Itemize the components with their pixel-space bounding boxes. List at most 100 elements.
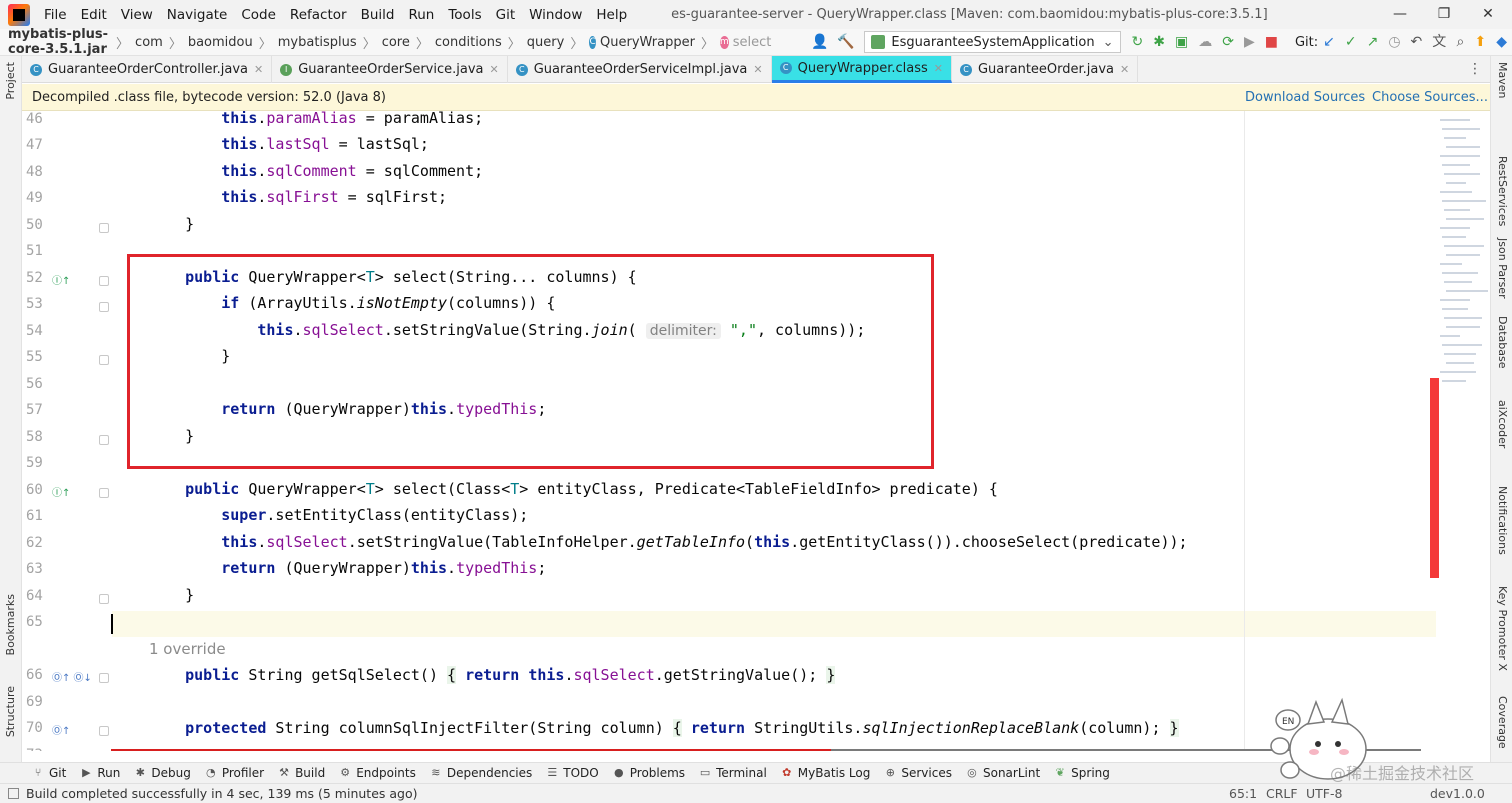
breadcrumb-baomidou[interactable]: baomidou	[188, 35, 253, 50]
restservices-tool-tab[interactable]: RestServices	[1496, 156, 1509, 226]
tab-guarantee-order-service[interactable]: I GuaranteeOrderService.java ✕	[272, 56, 508, 83]
user-icon[interactable]: 👤	[811, 34, 828, 50]
close-tab-icon[interactable]: ✕	[490, 63, 499, 76]
breadcrumb-query[interactable]: query	[527, 35, 565, 50]
maximize-icon[interactable]: ❐	[1434, 4, 1454, 24]
fold-marker-icon[interactable]	[99, 726, 109, 736]
bookmarks-tool-tab[interactable]: Bookmarks	[4, 594, 17, 655]
menu-run[interactable]: Run	[408, 7, 434, 23]
fold-marker-icon[interactable]	[99, 302, 109, 312]
implements-icon[interactable]: Ⓘ↑	[52, 484, 70, 499]
menu-file[interactable]: File	[44, 7, 67, 23]
terminal-tool-button[interactable]: ▭ Terminal	[699, 766, 767, 780]
close-window-icon[interactable]: ✕	[1478, 4, 1498, 24]
close-tab-icon[interactable]: ✕	[1120, 63, 1129, 76]
code-editor[interactable]: 46 47 48 49 50 51 52 53 54 55 56 57 58 5…	[22, 111, 1490, 751]
file-encoding[interactable]: UTF-8	[1306, 786, 1342, 801]
close-tab-icon[interactable]: ✕	[254, 63, 263, 76]
json-parser-tool-tab[interactable]: Json Parser	[1496, 238, 1509, 299]
mybatis-log-tool-button[interactable]: ✿ MyBatis Log	[781, 766, 870, 780]
problems-tool-button[interactable]: ● Problems	[613, 766, 685, 780]
search-icon[interactable]: ⌕	[1456, 34, 1464, 50]
menu-view[interactable]: View	[121, 7, 153, 23]
fold-marker-icon[interactable]	[99, 594, 109, 604]
breadcrumb-select[interactable]: select	[733, 35, 772, 50]
build-tool-button[interactable]: ⚒ Build	[278, 766, 325, 780]
download-sources-link[interactable]: Download Sources	[1245, 90, 1365, 105]
git-history-icon[interactable]: ◷	[1388, 34, 1400, 50]
vertical-scrollbar-thumb[interactable]	[1430, 378, 1439, 578]
profiler-tool-button[interactable]: ◔ Profiler	[205, 766, 264, 780]
tab-query-wrapper[interactable]: C QueryWrapper.class ✕	[771, 56, 952, 83]
hammer-icon[interactable]: 🔨	[837, 34, 854, 50]
git-rollback-icon[interactable]: ↶	[1411, 34, 1423, 50]
menu-build[interactable]: Build	[361, 7, 395, 23]
status-square-icon[interactable]	[8, 788, 19, 799]
run-configuration-select[interactable]: EsguaranteeSystemApplication ⌄	[864, 31, 1121, 53]
stop-icon[interactable]: ■	[1265, 34, 1278, 50]
git-push-icon[interactable]: ↗	[1367, 34, 1379, 50]
rerun-icon[interactable]: ↻	[1132, 34, 1144, 50]
tab-guarantee-order[interactable]: C GuaranteeOrder.java ✕	[952, 56, 1139, 83]
implements-icon[interactable]: Ⓘ↑	[52, 272, 70, 287]
menu-edit[interactable]: Edit	[81, 7, 107, 23]
run-tool-button[interactable]: ▶ Run	[80, 766, 120, 780]
aixcoder-tool-tab[interactable]: aiXcoder	[1496, 400, 1509, 448]
services-tool-button[interactable]: ⊕ Services	[884, 766, 952, 780]
menu-git[interactable]: Git	[496, 7, 516, 23]
database-tool-tab[interactable]: Database	[1496, 316, 1509, 369]
spring-tool-button[interactable]: ❦ Spring	[1054, 766, 1110, 780]
tab-guarantee-order-controller[interactable]: C GuaranteeOrderController.java ✕	[22, 56, 273, 83]
breadcrumb-conditions[interactable]: conditions	[435, 35, 502, 50]
sonarlint-tool-button[interactable]: ◎ SonarLint	[966, 766, 1040, 780]
git-branch[interactable]: dev1.0.0	[1430, 786, 1485, 801]
caret-position[interactable]: 65:1	[1229, 786, 1257, 801]
breadcrumb-querywrapper[interactable]: QueryWrapper	[600, 35, 695, 50]
minimize-icon[interactable]: —	[1390, 4, 1410, 24]
endpoints-tool-button[interactable]: ⚙ Endpoints	[339, 766, 416, 780]
maven-tool-tab[interactable]: Maven	[1496, 62, 1509, 98]
jetbrains-icon[interactable]: ◆	[1496, 34, 1507, 50]
fold-marker-icon[interactable]	[99, 223, 109, 233]
menu-code[interactable]: Code	[241, 7, 276, 23]
todo-tool-button[interactable]: ☰ TODO	[546, 766, 598, 780]
fold-marker-icon[interactable]	[99, 276, 109, 286]
profiler-icon[interactable]: ☁	[1198, 34, 1212, 50]
translate-icon[interactable]: 文	[1432, 34, 1446, 50]
attach-icon[interactable]: ⟳	[1222, 34, 1234, 50]
line-separator[interactable]: CRLF	[1266, 786, 1298, 801]
breadcrumb-core[interactable]: core	[382, 35, 410, 50]
debug-tool-button[interactable]: ✱ Debug	[134, 766, 191, 780]
git-tool-button[interactable]: ⑂ Git	[32, 766, 67, 780]
project-tool-tab[interactable]: Project	[4, 62, 17, 100]
dependencies-tool-button[interactable]: ≋ Dependencies	[430, 766, 532, 780]
coverage-tool-tab[interactable]: Coverage	[1496, 696, 1509, 749]
choose-sources-link[interactable]: Choose Sources...	[1372, 90, 1488, 105]
menu-window[interactable]: Window	[529, 7, 582, 23]
debug-icon[interactable]: ✱	[1153, 34, 1165, 50]
menu-navigate[interactable]: Navigate	[167, 7, 228, 23]
fold-marker-icon[interactable]	[99, 435, 109, 445]
menu-tools[interactable]: Tools	[448, 7, 481, 23]
minimap[interactable]	[1436, 111, 1490, 751]
git-commit-icon[interactable]: ✓	[1345, 34, 1357, 50]
breadcrumb-mybatisplus[interactable]: mybatisplus	[278, 35, 357, 50]
fold-marker-icon[interactable]	[99, 673, 109, 683]
menu-help[interactable]: Help	[596, 7, 627, 23]
fold-marker-icon[interactable]	[99, 355, 109, 365]
status-message[interactable]: Build completed successfully in 4 sec, 1…	[26, 786, 418, 801]
breadcrumb-jar[interactable]: mybatis-plus-core-3.5.1.jar	[8, 27, 110, 57]
tab-guarantee-order-service-impl[interactable]: C GuaranteeOrderServiceImpl.java ✕	[508, 56, 772, 83]
run-icon[interactable]: ▶	[1244, 34, 1255, 50]
close-tab-icon[interactable]: ✕	[934, 62, 943, 75]
fold-marker-icon[interactable]	[99, 488, 109, 498]
breadcrumb-com[interactable]: com	[135, 35, 163, 50]
coverage-icon[interactable]: ▣	[1175, 34, 1188, 50]
horizontal-scrollbar-thumb[interactable]	[111, 749, 831, 751]
menu-refactor[interactable]: Refactor	[290, 7, 347, 23]
close-tab-icon[interactable]: ✕	[753, 63, 762, 76]
git-update-icon[interactable]: ↙	[1323, 34, 1335, 50]
override-hint[interactable]: 1 override	[149, 640, 226, 658]
override-icon[interactable]: Ⓞ↑	[52, 722, 70, 737]
update-icon[interactable]: ⬆	[1474, 34, 1486, 50]
